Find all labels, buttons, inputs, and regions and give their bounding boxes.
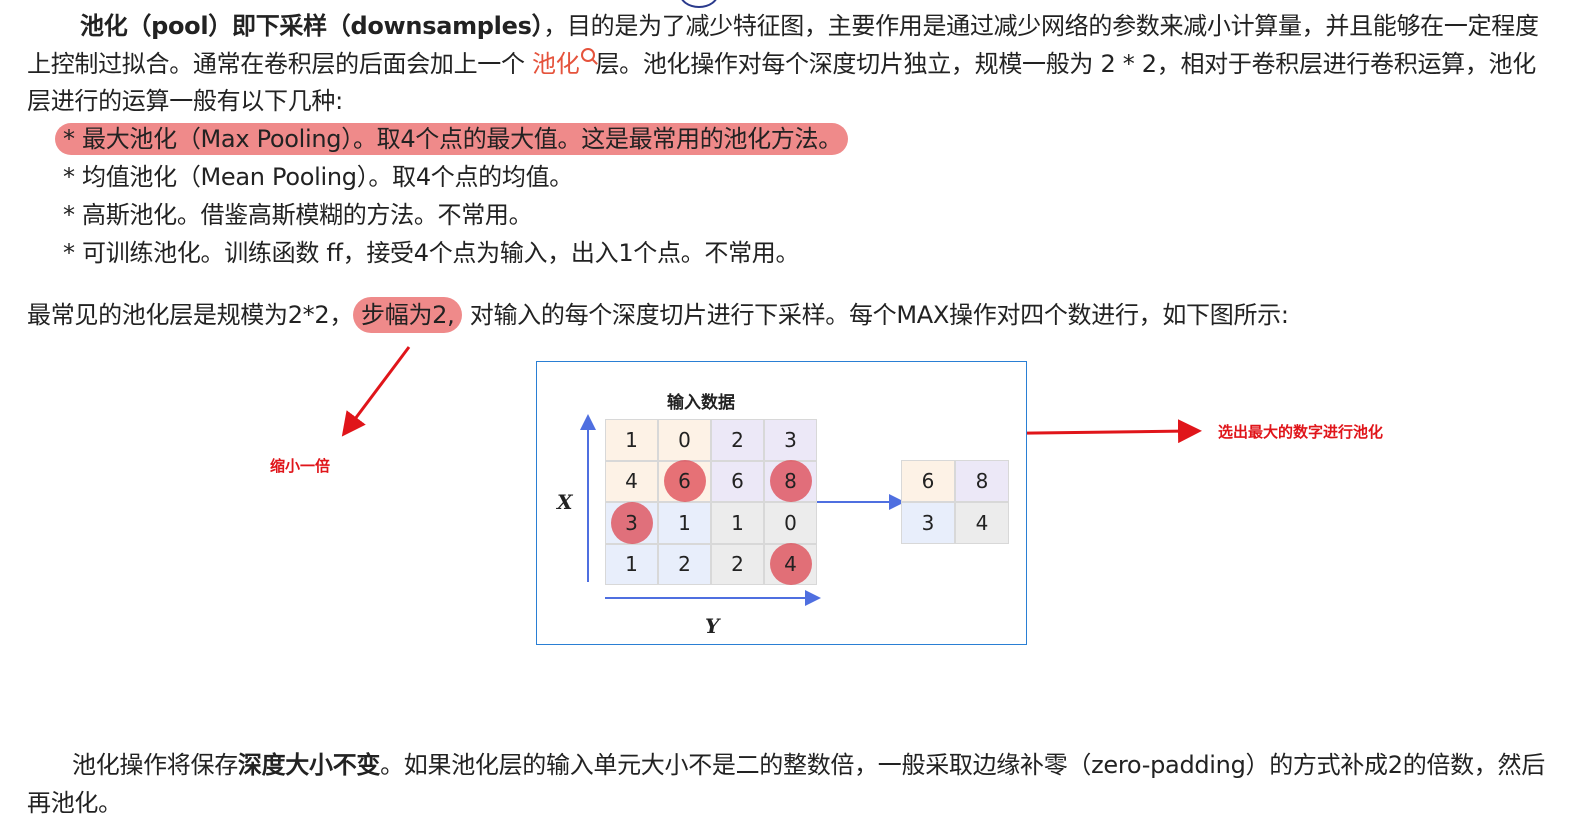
cell-value: 8	[784, 469, 797, 494]
input-cell: 8	[764, 460, 817, 503]
input-cell: 0	[764, 502, 817, 544]
cell-value: 1	[678, 510, 691, 535]
cell-value: 1	[625, 427, 638, 452]
output-cell: 4	[955, 502, 1009, 544]
input-cell: 1	[605, 543, 658, 585]
cell-value: 3	[784, 427, 797, 452]
input-cell: 6	[658, 460, 711, 503]
output-cell: 8	[955, 460, 1009, 502]
input-cell: 3	[605, 501, 658, 544]
padding-text: 池化操作将保存	[72, 751, 238, 779]
input-cell: 1	[605, 419, 658, 461]
input-grid: 1 0 2 3 4 6 6 8 3 1 1 0 1 2 2 4	[605, 419, 817, 586]
cell-value: 8	[975, 469, 989, 493]
input-cell: 1	[658, 502, 711, 544]
padding-paragraph: 池化操作将保存深度大小不变。如果池化层的输入单元大小不是二的整数倍，一般采取边缘…	[27, 747, 1557, 822]
cell-value: 4	[625, 469, 638, 494]
output-cell: 6	[901, 460, 955, 502]
cell-value: 4	[784, 552, 797, 577]
cell-value: 4	[975, 511, 989, 535]
cell-value: 0	[678, 427, 691, 452]
x-axis-label: X	[557, 490, 573, 514]
input-cell: 3	[764, 419, 817, 461]
shrink-annotation: 缩小一倍	[270, 457, 331, 475]
input-cell: 4	[764, 543, 817, 586]
cell-value: 6	[921, 469, 935, 493]
input-cell: 0	[658, 419, 711, 461]
cell-value: 2	[731, 427, 744, 452]
input-cell: 1	[711, 502, 764, 544]
output-cell: 3	[901, 502, 955, 544]
cell-value: 6	[678, 469, 691, 494]
cell-value: 0	[784, 510, 797, 535]
cell-value: 2	[731, 552, 744, 577]
input-cell: 2	[658, 543, 711, 585]
cell-value: 1	[625, 552, 638, 577]
cell-value: 6	[731, 469, 744, 494]
y-axis-label: Y	[705, 614, 720, 638]
depth-term: 深度大小不变	[237, 751, 381, 779]
input-cell: 2	[711, 419, 764, 461]
cell-value: 1	[731, 510, 744, 535]
max-pooling-figure: 输入数据 X Y 1023466831101224 6834	[536, 361, 1027, 645]
cell-value: 2	[678, 552, 691, 577]
cell-value: 3	[921, 511, 935, 535]
input-cell: 6	[711, 460, 764, 502]
max-annotation: 选出最大的数字进行池化	[1218, 423, 1384, 441]
input-cell: 4	[605, 460, 658, 502]
input-cell: 2	[711, 543, 764, 585]
cell-value: 3	[625, 510, 638, 535]
arrow-to-shrink	[341, 346, 411, 437]
output-grid: 6 8 3 4	[901, 460, 1009, 544]
